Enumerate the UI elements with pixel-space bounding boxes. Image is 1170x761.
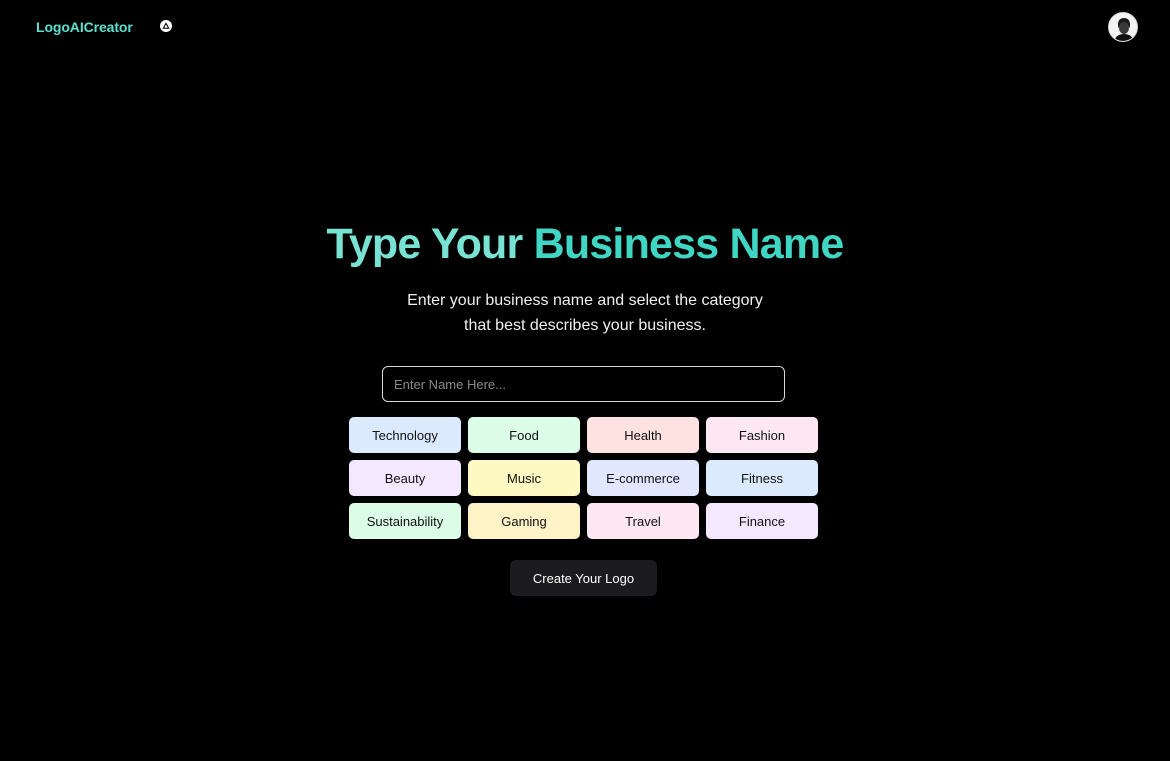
category-button-technology[interactable]: Technology <box>349 417 461 453</box>
main-content: Type Your Business Name Enter your busin… <box>0 0 1170 761</box>
category-button-food[interactable]: Food <box>468 417 580 453</box>
category-button-e-commerce[interactable]: E-commerce <box>587 460 699 496</box>
category-button-music[interactable]: Music <box>468 460 580 496</box>
subtitle-line-1: Enter your business name and select the … <box>407 292 763 309</box>
title-part-2: Business Name <box>533 220 845 268</box>
category-grid: Technology Food Health Fashion Beauty Music E-… <box>349 417 819 539</box>
title-part-1: Type Your <box>326 220 534 268</box>
business-name-input[interactable] <box>382 366 785 402</box>
page-subtitle: Enter your business name and select the … <box>385 288 785 338</box>
category-button-gaming[interactable]: Gaming <box>468 503 580 539</box>
category-button-finance[interactable]: Finance <box>706 503 818 539</box>
subtitle-line-2: that best describes your business. <box>464 317 706 334</box>
page-title: Type Your Business Name <box>0 218 1170 270</box>
category-button-beauty[interactable]: Beauty <box>349 460 461 496</box>
category-button-fitness[interactable]: Fitness <box>706 460 818 496</box>
create-logo-button[interactable]: Create Your Logo <box>510 560 657 596</box>
category-button-fashion[interactable]: Fashion <box>706 417 818 453</box>
category-button-travel[interactable]: Travel <box>587 503 699 539</box>
category-button-sustainability[interactable]: Sustainability <box>349 503 461 539</box>
category-button-health[interactable]: Health <box>587 417 699 453</box>
